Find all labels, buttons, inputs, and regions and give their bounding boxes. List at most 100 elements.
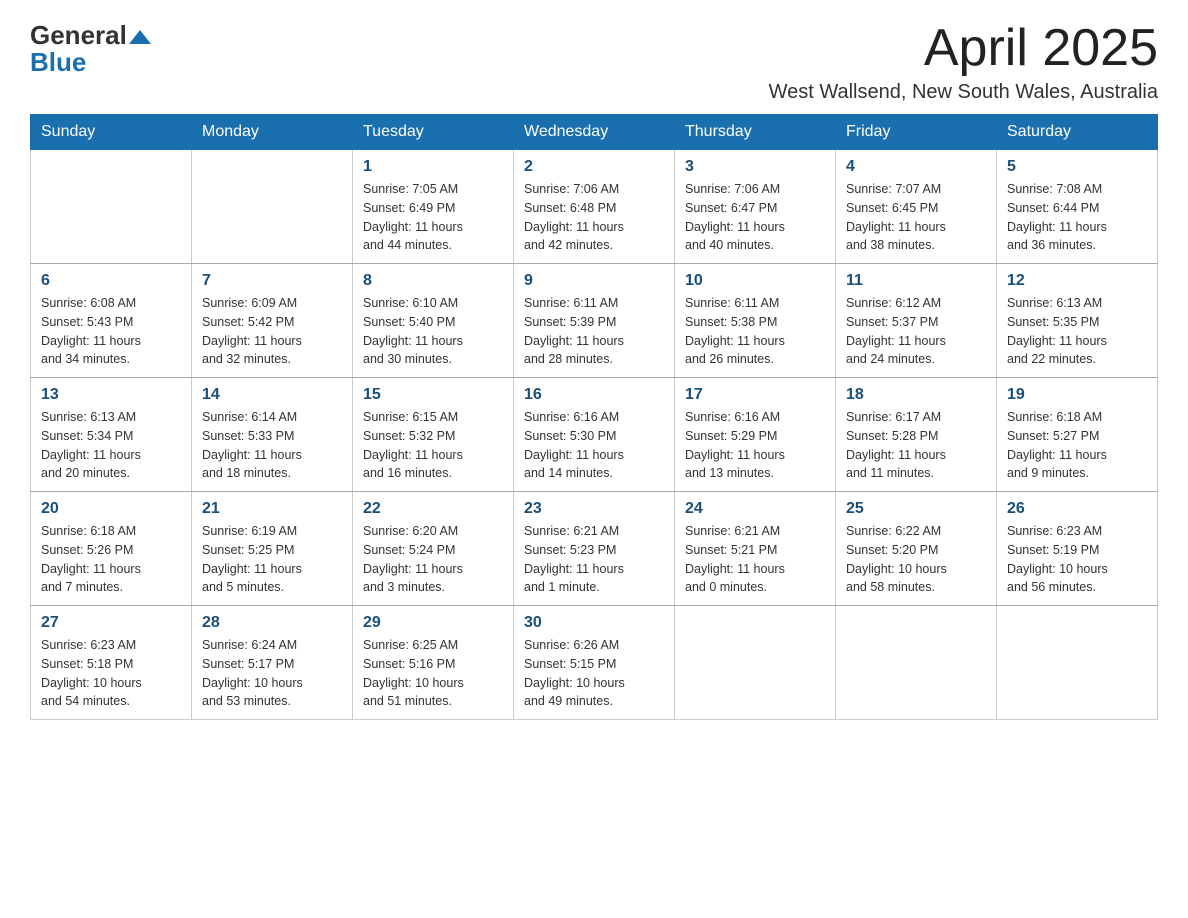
day-number: 17 (685, 386, 825, 404)
day-info: Sunrise: 7:06 AM Sunset: 6:48 PM Dayligh… (524, 180, 664, 255)
calendar-day-cell: 24 Sunrise: 6:21 AM Sunset: 5:21 PM Dayli… (675, 492, 836, 606)
calendar-day-cell: 10 Sunrise: 6:11 AM Sunset: 5:38 PM Dayli… (675, 264, 836, 378)
day-number: 28 (202, 614, 342, 632)
calendar-day-cell: 23Sunrise: 6:21 AM Sunset: 5:23 PM Dayli… (514, 492, 675, 606)
day-number: 15 (363, 386, 503, 404)
day-info: Sunrise: 7:07 AM Sunset: 6:45 PM Dayligh… (846, 180, 986, 255)
calendar-day-cell (192, 150, 353, 264)
calendar-day-cell: 17 Sunrise: 6:16 AM Sunset: 5:29 PM Dayli… (675, 378, 836, 492)
day-info: Sunrise: 6:14 AM Sunset: 5:33 PM Dayligh… (202, 408, 342, 483)
day-info: Sunrise: 6:16 AM Sunset: 5:29 PM Dayligh… (685, 408, 825, 483)
calendar-week-row: 13 Sunrise: 6:13 AM Sunset: 5:34 PM Dayli… (31, 378, 1158, 492)
calendar-day-cell: 15 Sunrise: 6:15 AM Sunset: 5:32 PM Dayli… (353, 378, 514, 492)
day-number: 22 (363, 500, 503, 518)
day-number: 30 (524, 614, 664, 632)
calendar-day-header: Friday (836, 115, 997, 150)
day-info: Sunrise: 6:21 AM Sunset: 5:21 PM Dayligh… (685, 522, 825, 597)
day-info: Sunrise: 6:13 AM Sunset: 5:34 PM Dayligh… (41, 408, 181, 483)
day-number: 13 (41, 386, 181, 404)
calendar-day-header: Sunday (31, 115, 192, 150)
title-area: April 2025 West Wallsend, New South Wale… (769, 20, 1158, 104)
calendar-week-row: 1 Sunrise: 7:05 AM Sunset: 6:49 PM Daylig… (31, 150, 1158, 264)
day-info: Sunrise: 6:19 AM Sunset: 5:25 PM Dayligh… (202, 522, 342, 597)
logo-blue-text: Blue (30, 47, 86, 78)
calendar-day-cell: 2 Sunrise: 7:06 AM Sunset: 6:48 PM Daylig… (514, 150, 675, 264)
calendar-table: SundayMondayTuesdayWednesdayThursdayFrid… (30, 114, 1158, 720)
calendar-day-header: Saturday (997, 115, 1158, 150)
day-info: Sunrise: 6:18 AM Sunset: 5:27 PM Dayligh… (1007, 408, 1147, 483)
page-header: General Blue April 2025 West Wallsend, N… (30, 20, 1158, 104)
calendar-day-cell: 9 Sunrise: 6:11 AM Sunset: 5:39 PM Daylig… (514, 264, 675, 378)
calendar-day-cell: 28 Sunrise: 6:24 AM Sunset: 5:17 PM Dayli… (192, 606, 353, 720)
calendar-day-cell: 14 Sunrise: 6:14 AM Sunset: 5:33 PM Dayli… (192, 378, 353, 492)
day-info: Sunrise: 7:06 AM Sunset: 6:47 PM Dayligh… (685, 180, 825, 255)
day-number: 18 (846, 386, 986, 404)
day-info: Sunrise: 6:25 AM Sunset: 5:16 PM Dayligh… (363, 636, 503, 711)
calendar-header-row: SundayMondayTuesdayWednesdayThursdayFrid… (31, 115, 1158, 150)
day-info: Sunrise: 6:26 AM Sunset: 5:15 PM Dayligh… (524, 636, 664, 711)
day-number: 25 (846, 500, 986, 518)
calendar-day-cell: 13 Sunrise: 6:13 AM Sunset: 5:34 PM Dayli… (31, 378, 192, 492)
day-number: 23 (524, 500, 664, 518)
day-number: 1 (363, 158, 503, 176)
day-info: Sunrise: 6:09 AM Sunset: 5:42 PM Dayligh… (202, 294, 342, 369)
calendar-day-cell: 19 Sunrise: 6:18 AM Sunset: 5:27 PM Dayli… (997, 378, 1158, 492)
day-number: 7 (202, 272, 342, 290)
day-info: Sunrise: 6:11 AM Sunset: 5:39 PM Dayligh… (524, 294, 664, 369)
calendar-day-cell: 12 Sunrise: 6:13 AM Sunset: 5:35 PM Dayli… (997, 264, 1158, 378)
calendar-day-cell (997, 606, 1158, 720)
calendar-day-cell: 30 Sunrise: 6:26 AM Sunset: 5:15 PM Dayli… (514, 606, 675, 720)
day-number: 4 (846, 158, 986, 176)
day-info: Sunrise: 7:05 AM Sunset: 6:49 PM Dayligh… (363, 180, 503, 255)
logo: General Blue (30, 20, 151, 78)
logo-triangle-icon (129, 26, 151, 48)
day-number: 26 (1007, 500, 1147, 518)
day-number: 9 (524, 272, 664, 290)
calendar-day-cell: 4 Sunrise: 7:07 AM Sunset: 6:45 PM Daylig… (836, 150, 997, 264)
day-info: Sunrise: 6:11 AM Sunset: 5:38 PM Dayligh… (685, 294, 825, 369)
day-info: Sunrise: 6:12 AM Sunset: 5:37 PM Dayligh… (846, 294, 986, 369)
day-info: Sunrise: 6:17 AM Sunset: 5:28 PM Dayligh… (846, 408, 986, 483)
calendar-day-cell: 6 Sunrise: 6:08 AM Sunset: 5:43 PM Daylig… (31, 264, 192, 378)
day-number: 3 (685, 158, 825, 176)
day-number: 14 (202, 386, 342, 404)
day-info: Sunrise: 6:16 AM Sunset: 5:30 PM Dayligh… (524, 408, 664, 483)
day-info: Sunrise: 7:08 AM Sunset: 6:44 PM Dayligh… (1007, 180, 1147, 255)
calendar-week-row: 6 Sunrise: 6:08 AM Sunset: 5:43 PM Daylig… (31, 264, 1158, 378)
day-info: Sunrise: 6:15 AM Sunset: 5:32 PM Dayligh… (363, 408, 503, 483)
calendar-day-header: Thursday (675, 115, 836, 150)
location-subtitle: West Wallsend, New South Wales, Australi… (769, 81, 1158, 104)
day-number: 8 (363, 272, 503, 290)
calendar-day-cell (31, 150, 192, 264)
day-number: 11 (846, 272, 986, 290)
calendar-day-cell (675, 606, 836, 720)
day-number: 5 (1007, 158, 1147, 176)
day-info: Sunrise: 6:23 AM Sunset: 5:18 PM Dayligh… (41, 636, 181, 711)
day-number: 16 (524, 386, 664, 404)
day-info: Sunrise: 6:22 AM Sunset: 5:20 PM Dayligh… (846, 522, 986, 597)
day-number: 6 (41, 272, 181, 290)
day-number: 29 (363, 614, 503, 632)
day-number: 24 (685, 500, 825, 518)
day-info: Sunrise: 6:13 AM Sunset: 5:35 PM Dayligh… (1007, 294, 1147, 369)
calendar-day-cell: 7 Sunrise: 6:09 AM Sunset: 5:42 PM Daylig… (192, 264, 353, 378)
calendar-day-header: Tuesday (353, 115, 514, 150)
calendar-day-cell: 27Sunrise: 6:23 AM Sunset: 5:18 PM Dayli… (31, 606, 192, 720)
day-number: 2 (524, 158, 664, 176)
day-number: 10 (685, 272, 825, 290)
day-number: 12 (1007, 272, 1147, 290)
calendar-day-cell: 20Sunrise: 6:18 AM Sunset: 5:26 PM Dayli… (31, 492, 192, 606)
calendar-week-row: 20Sunrise: 6:18 AM Sunset: 5:26 PM Dayli… (31, 492, 1158, 606)
day-info: Sunrise: 6:08 AM Sunset: 5:43 PM Dayligh… (41, 294, 181, 369)
calendar-day-cell: 5 Sunrise: 7:08 AM Sunset: 6:44 PM Daylig… (997, 150, 1158, 264)
day-number: 21 (202, 500, 342, 518)
calendar-day-header: Monday (192, 115, 353, 150)
calendar-day-cell: 26Sunrise: 6:23 AM Sunset: 5:19 PM Dayli… (997, 492, 1158, 606)
calendar-day-cell: 8Sunrise: 6:10 AM Sunset: 5:40 PM Daylig… (353, 264, 514, 378)
day-number: 19 (1007, 386, 1147, 404)
calendar-day-cell: 29 Sunrise: 6:25 AM Sunset: 5:16 PM Dayli… (353, 606, 514, 720)
month-title: April 2025 (769, 20, 1158, 77)
calendar-day-cell: 11 Sunrise: 6:12 AM Sunset: 5:37 PM Dayli… (836, 264, 997, 378)
calendar-day-header: Wednesday (514, 115, 675, 150)
day-info: Sunrise: 6:24 AM Sunset: 5:17 PM Dayligh… (202, 636, 342, 711)
